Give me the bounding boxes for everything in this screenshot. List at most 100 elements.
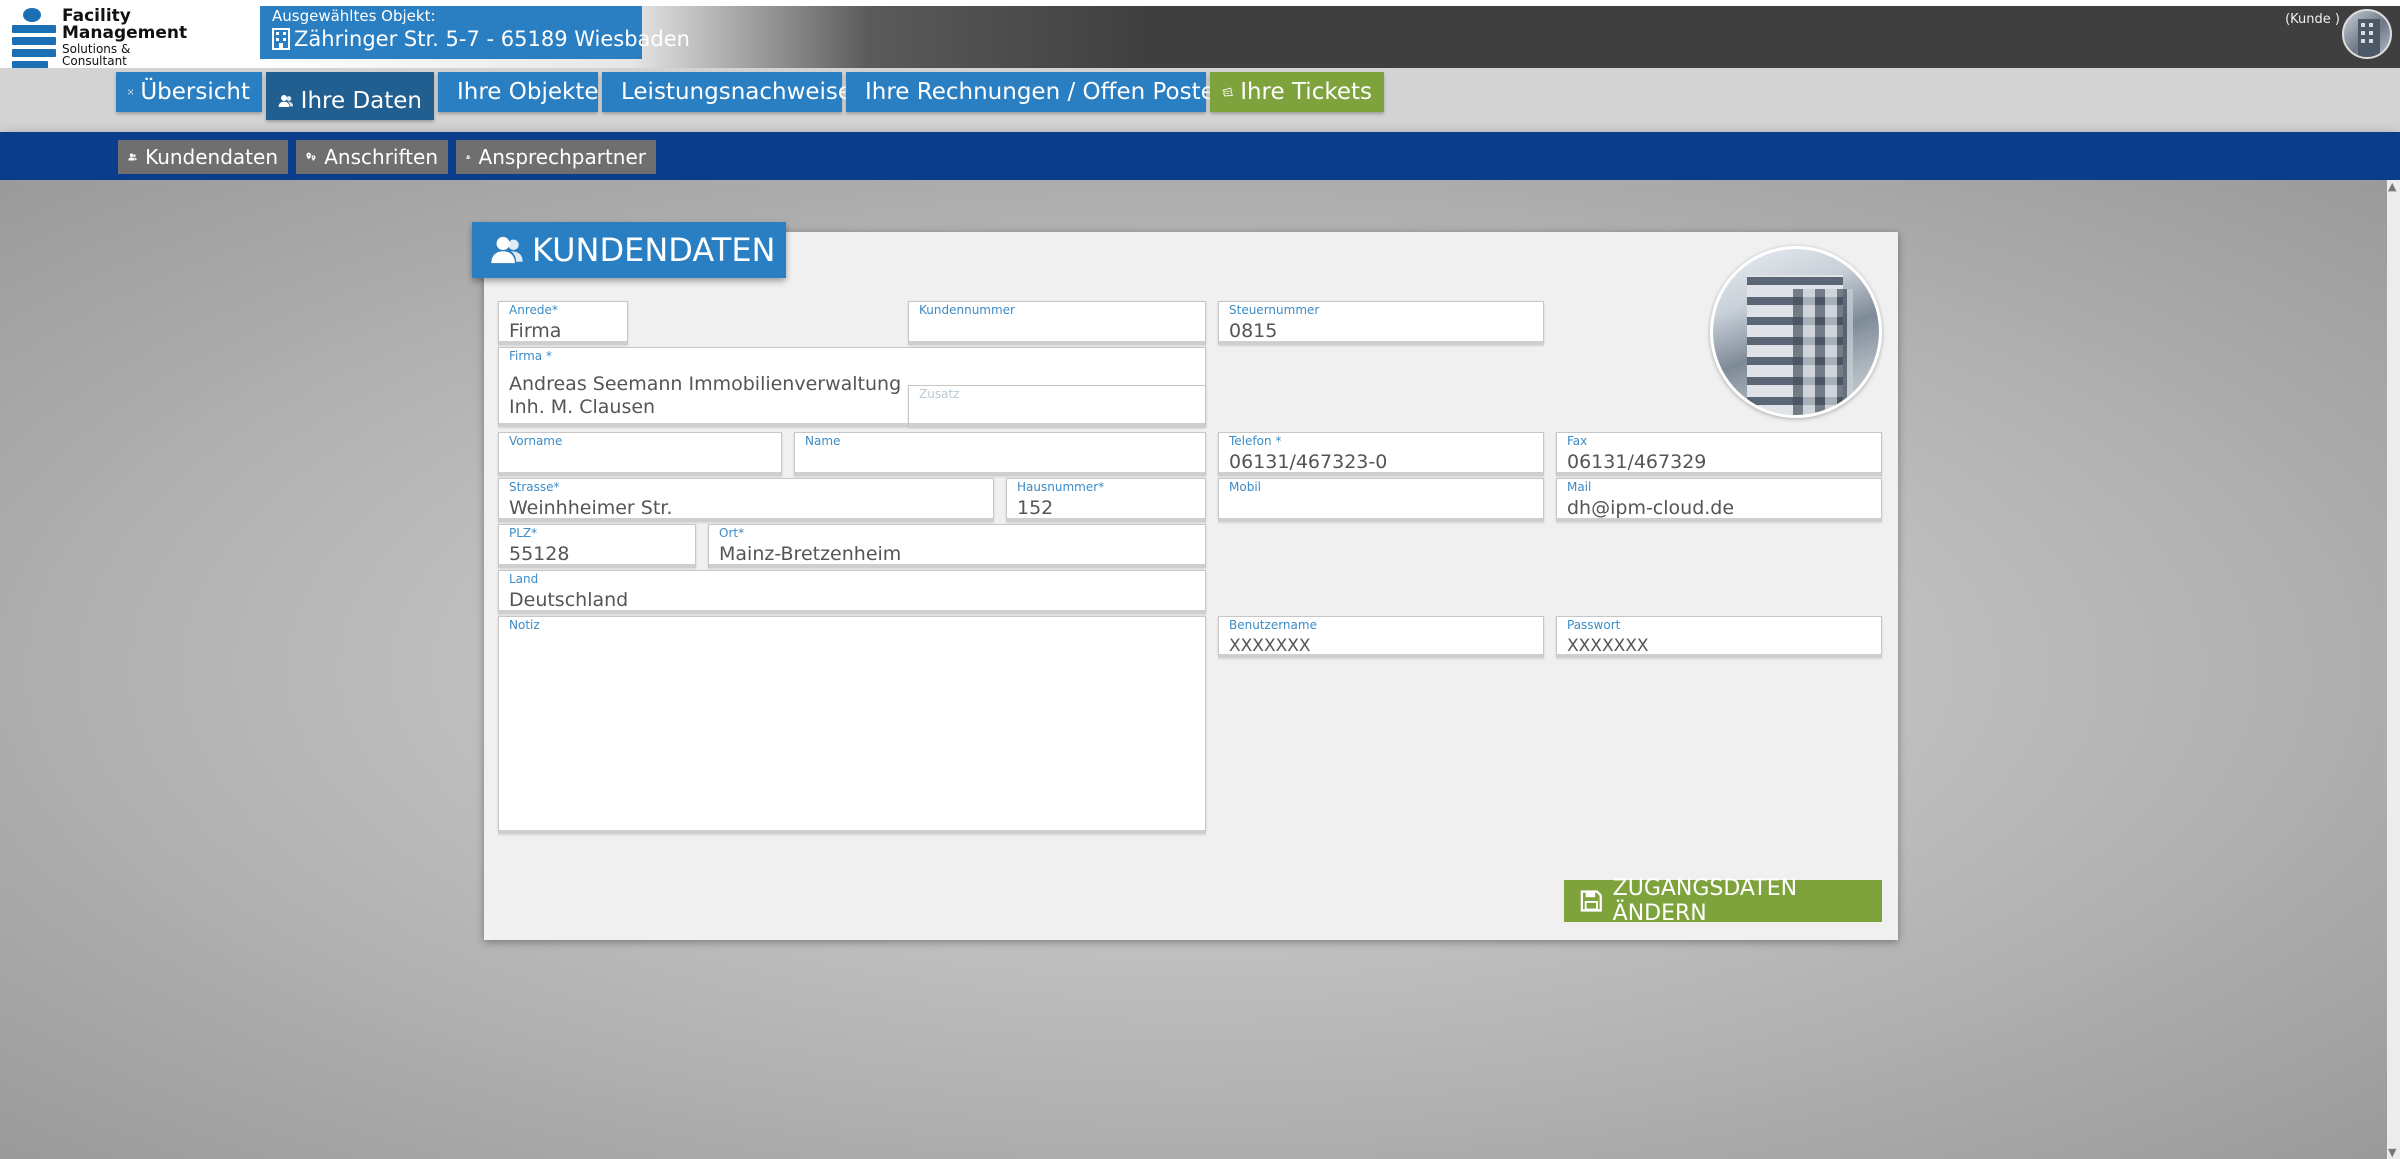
subtab-kundendaten[interactable]: Kundendaten [118,140,288,174]
tab-ihre-rechnungen[interactable]: Ihre Rechnungen / Offen Posten [846,72,1229,112]
field-label: Name [805,434,841,448]
avatar[interactable] [2342,9,2392,59]
vorname-field[interactable]: Vorname [498,432,782,476]
field-label: Hausnummer* [1017,480,1105,494]
anrede-select[interactable]: Anrede* Firma [498,301,628,345]
field-value: Weinhheimer Str. [509,497,673,519]
passwort-field[interactable]: Passwort XXXXXXX [1556,616,1882,658]
building-image-part [1793,289,1853,415]
logo-text: Consultant [62,54,127,68]
field-value: 152 [1017,497,1054,519]
building-icon [272,28,290,50]
subtab-ansprechpartner[interactable]: Ansprechpartner [456,140,656,174]
field-label: Zusatz [919,387,960,401]
logo-mark-bar [12,49,56,57]
field-label: Passwort [1567,618,1621,632]
users-icon [466,155,471,159]
selected-object-address: Zähringer Str. 5-7 - 65189 Wiesbaden [294,27,690,51]
panel-title: KUNDENDATEN [472,222,786,278]
field-label: Benutzername [1229,618,1317,632]
ticket-icon [1222,87,1233,97]
field-value: dh@ipm-cloud.de [1567,497,1735,519]
subtab-label: Ansprechpartner [478,145,646,169]
tab-label: Ihre Tickets [1240,79,1372,105]
field-label: Land [509,572,539,586]
steuernummer-field[interactable]: Steuernummer 0815 [1218,301,1544,345]
save-button-label: ZUGANGSDATEN ÄNDERN [1612,876,1798,926]
tab-label: Ihre Daten [300,88,422,114]
save-credentials-button[interactable]: ZUGANGSDATEN ÄNDERN [1564,876,1882,926]
field-value: 06131/467329 [1567,451,1707,473]
users-icon [278,94,294,108]
land-select[interactable]: Land Deutschland [498,570,1206,614]
field-value: 55128 [509,543,570,565]
tab-ihre-daten[interactable]: Ihre Daten [266,72,434,120]
fax-field[interactable]: Fax 06131/467329 [1556,432,1882,476]
scrollbar[interactable]: ▲ ▼ [2387,180,2400,1159]
tab-label: Übersicht [140,79,250,105]
tab-leistungsnachweise[interactable]: Leistungsnachweise [602,72,852,112]
panel-title-text: KUNDENDATEN [532,231,776,269]
name-field[interactable]: Name [794,432,1206,476]
map-pin-icon [306,152,316,161]
field-value: XXXXXXX [1229,636,1311,656]
subtab-anschriften[interactable]: Anschriften [296,140,448,174]
ort-field[interactable]: Ort* Mainz-Bretzenheim [708,524,1206,568]
logo-mark-bar [12,25,56,33]
subtab-label: Kundendaten [145,145,278,169]
field-value: Deutschland [509,589,629,611]
mobil-field[interactable]: Mobil [1218,478,1544,522]
tab-label: Leistungsnachweise [621,79,853,105]
user-label: (Kunde ) [2285,12,2340,27]
scroll-down-icon[interactable]: ▼ [2388,1146,2396,1159]
tab-label: Ihre Objekte [457,79,599,105]
floppy-disk-icon [1580,890,1602,912]
logo-text: Management [62,23,188,43]
field-label: Notiz [509,618,540,632]
strasse-field[interactable]: Strasse* Weinhheimer Str. [498,478,994,522]
field-value: Andreas Seemann Immobilienverwaltung [509,373,902,395]
scroll-up-icon[interactable]: ▲ [2388,180,2396,193]
object-photo [1710,246,1882,418]
field-label: PLZ* [509,526,538,540]
notiz-textarea[interactable]: Notiz [498,616,1206,834]
field-label: Mobil [1229,480,1261,494]
tab-uebersicht[interactable]: Übersicht [116,72,262,112]
users-icon [491,236,523,264]
selected-object-value: Zähringer Str. 5-7 - 65189 Wiesbaden [272,25,690,53]
logo-mark-bar [12,37,56,45]
field-value: 06131/467323-0 [1229,451,1388,473]
field-value: 0815 [1229,320,1278,342]
benutzername-field[interactable]: Benutzername XXXXXXX [1218,616,1544,658]
field-label: Ort* [719,526,745,540]
mail-field[interactable]: Mail dh@ipm-cloud.de [1556,478,1882,522]
subtab-label: Anschriften [324,145,438,169]
zusatz-field[interactable]: Zusatz [908,385,1206,427]
field-value: XXXXXXX [1567,636,1649,656]
field-label: Steuernummer [1229,303,1320,317]
field-label: Mail [1567,480,1592,494]
field-label: Kundennummer [919,303,1015,317]
field-label: Strasse* [509,480,560,494]
tab-ihre-tickets[interactable]: Ihre Tickets [1210,72,1384,112]
field-value: Mainz-Bretzenheim [719,543,902,565]
field-value: Inh. M. Clausen [509,396,656,418]
telefon-field[interactable]: Telefon * 06131/467323-0 [1218,432,1544,476]
plz-field[interactable]: PLZ* 55128 [498,524,696,568]
selected-object-box[interactable]: Ausgewähltes Objekt: Zähringer Str. 5-7 … [260,6,690,59]
field-label: Anrede* [509,303,558,317]
tab-ihre-objekte[interactable]: Ihre Objekte [438,72,599,112]
network-icon [128,89,134,95]
users-icon [128,153,137,161]
field-label: Firma * [509,349,552,363]
field-value: Firma [509,320,562,342]
kundennummer-field[interactable]: Kundennummer [908,301,1206,345]
field-label: Telefon * [1229,434,1282,448]
selected-object-label: Ausgewähltes Objekt: [272,7,436,25]
field-label: Fax [1567,434,1588,448]
logo-mark-dot [23,8,41,22]
tab-label: Ihre Rechnungen / Offen Posten [865,79,1230,105]
hausnummer-field[interactable]: Hausnummer* 152 [1006,478,1206,522]
field-label: Vorname [509,434,563,448]
company-logo[interactable]: Facility Management Solutions & Consulta… [12,8,187,69]
